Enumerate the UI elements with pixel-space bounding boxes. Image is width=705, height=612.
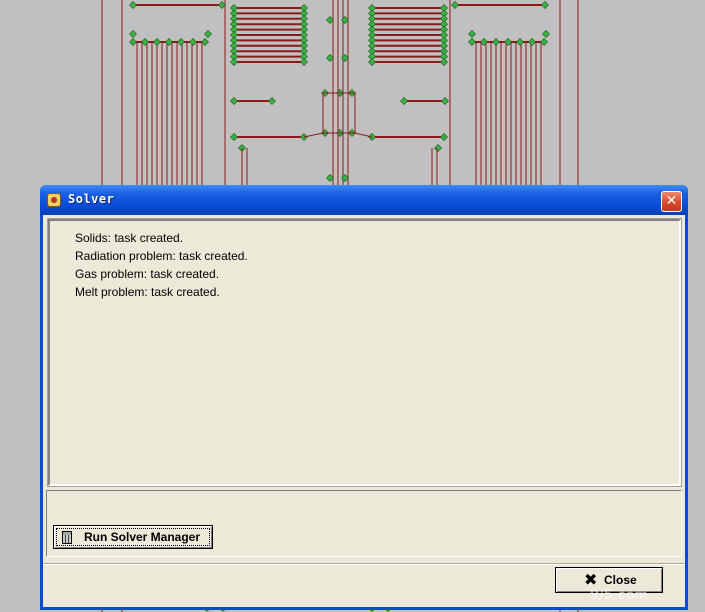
mesh-node	[492, 38, 500, 46]
title-bar[interactable]: Solver ✕	[40, 185, 688, 215]
solver-dialog: Solver ✕ Solids: task created. Radiation…	[40, 185, 688, 610]
mesh-node	[201, 38, 209, 46]
mesh-node	[326, 16, 334, 24]
mesh-line	[303, 132, 324, 138]
mesh-node	[230, 133, 238, 141]
mesh-node	[540, 38, 548, 46]
watermark: 9/5·com	[590, 588, 648, 603]
mesh-node	[218, 1, 226, 9]
solver-app-icon	[47, 193, 61, 207]
mesh-node	[230, 58, 238, 66]
mesh-line	[354, 132, 373, 138]
mesh-node	[268, 97, 276, 105]
mesh-node	[326, 174, 334, 182]
mesh-node	[451, 1, 459, 9]
close-button-label: Close	[604, 573, 637, 587]
mesh-node	[440, 133, 448, 141]
mesh-node	[468, 38, 476, 46]
dialog-client-area: Solids: task created. Radiation problem:…	[43, 215, 685, 607]
mesh-node	[129, 30, 137, 38]
x-icon: ✖	[584, 570, 598, 589]
run-solver-manager-label: Run Solver Manager	[84, 530, 201, 544]
mesh-node	[434, 144, 442, 152]
mesh-node	[177, 38, 185, 46]
mesh-node	[441, 97, 449, 105]
mesh-node	[542, 30, 550, 38]
window-close-button[interactable]: ✕	[661, 191, 682, 212]
log-line: Melt problem: task created.	[75, 285, 220, 299]
mesh-node	[230, 97, 238, 105]
calculator-icon	[62, 531, 72, 544]
mesh-node	[541, 1, 549, 9]
log-line: Solids: task created.	[75, 231, 184, 245]
log-panel: Solids: task created. Radiation problem:…	[47, 218, 682, 487]
mesh-node	[153, 38, 161, 46]
mesh-node	[204, 30, 212, 38]
mesh-node	[368, 58, 376, 66]
mesh-node	[516, 38, 524, 46]
mesh-node	[440, 58, 448, 66]
mesh-node	[400, 97, 408, 105]
mesh-node	[528, 38, 536, 46]
window-title: Solver	[68, 192, 115, 206]
mesh-node	[300, 58, 308, 66]
mesh-node	[326, 54, 334, 62]
mesh-node	[129, 38, 137, 46]
mesh-node	[468, 30, 476, 38]
separator	[43, 563, 685, 565]
log-line: Gas problem: task created.	[75, 267, 220, 281]
mesh-node	[129, 1, 137, 9]
log-line: Radiation problem: task created.	[75, 249, 248, 263]
run-solver-manager-button[interactable]: Run Solver Manager	[53, 525, 213, 549]
mesh-node	[189, 38, 197, 46]
